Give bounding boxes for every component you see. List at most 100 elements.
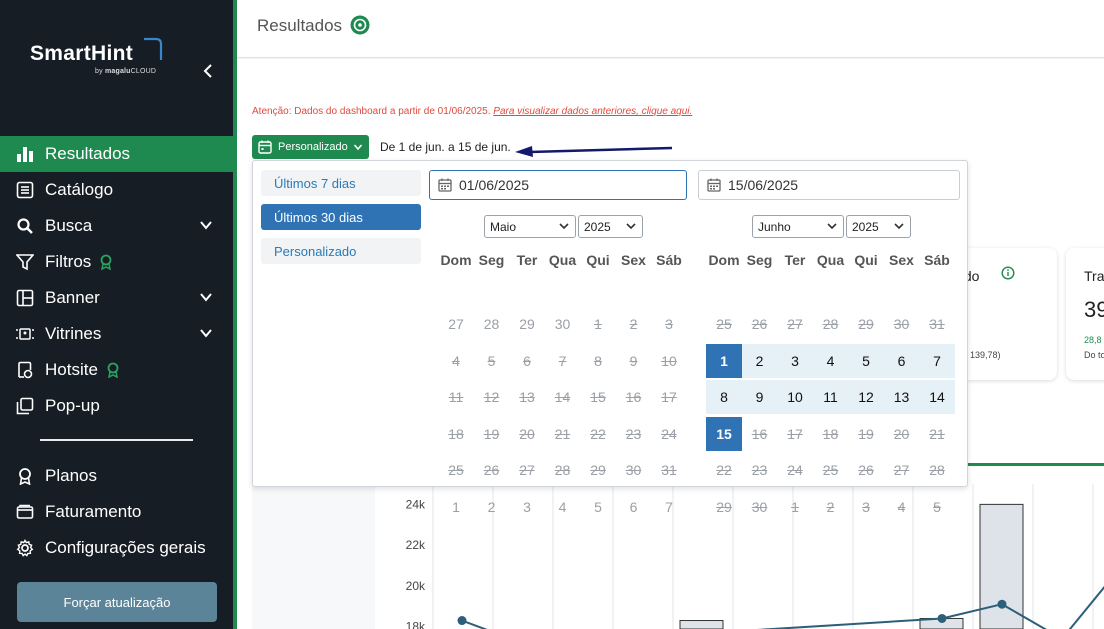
day-cell[interactable]: 9 — [741, 380, 778, 414]
day-cell[interactable]: 6 — [883, 343, 920, 378]
day-cell[interactable]: 1 — [580, 307, 616, 341]
start-date-input[interactable]: 01/06/2025 — [429, 170, 687, 200]
sidebar-item-planos[interactable]: Planos — [0, 458, 233, 494]
day-cell[interactable]: 26 — [474, 453, 510, 487]
day-cell[interactable]: 19 — [474, 417, 510, 451]
info-icon[interactable] — [1001, 266, 1015, 280]
sidebar-item-resultados[interactable]: Resultados — [0, 136, 233, 172]
day-cell[interactable]: 27 — [438, 307, 474, 341]
day-cell[interactable]: 1 — [777, 490, 813, 524]
day-cell[interactable]: 6 — [616, 490, 652, 524]
day-cell[interactable]: 30 — [545, 307, 581, 341]
day-cell[interactable]: 29 — [580, 453, 616, 487]
day-cell[interactable]: 16 — [742, 417, 778, 451]
day-cell[interactable]: 22 — [706, 453, 742, 487]
day-cell[interactable]: 15 — [580, 380, 616, 414]
day-cell[interactable]: 22 — [580, 417, 616, 451]
day-cell[interactable]: 4 — [884, 490, 920, 524]
day-cell[interactable]: 11 — [438, 380, 474, 414]
day-cell[interactable]: 12 — [474, 380, 510, 414]
day-cell[interactable]: 28 — [545, 453, 581, 487]
day-cell[interactable]: 29 — [706, 490, 742, 524]
day-cell[interactable]: 31 — [919, 307, 955, 341]
right-year-select[interactable]: 2025 — [846, 215, 911, 238]
day-cell[interactable]: 18 — [438, 417, 474, 451]
day-cell[interactable]: 3 — [777, 343, 813, 378]
day-cell[interactable]: 8 — [706, 380, 742, 414]
day-cell[interactable]: 4 — [438, 344, 474, 378]
day-cell[interactable]: 17 — [777, 417, 813, 451]
day-cell[interactable]: 29 — [509, 307, 545, 341]
day-cell[interactable]: 14 — [919, 380, 955, 414]
day-cell[interactable]: 25 — [706, 307, 742, 341]
day-cell[interactable]: 28 — [474, 307, 510, 341]
day-cell[interactable]: 1 — [438, 490, 474, 524]
day-cell[interactable]: 1 — [706, 343, 742, 378]
day-cell[interactable]: 10 — [777, 380, 813, 414]
day-cell[interactable]: 8 — [580, 344, 616, 378]
day-cell[interactable]: 27 — [777, 307, 813, 341]
day-cell[interactable]: 18 — [813, 417, 849, 451]
day-cell[interactable]: 2 — [616, 307, 652, 341]
day-cell[interactable]: 19 — [848, 417, 884, 451]
day-cell[interactable]: 13 — [883, 380, 920, 414]
day-cell[interactable]: 3 — [848, 490, 884, 524]
day-cell[interactable]: 24 — [777, 453, 813, 487]
day-cell[interactable]: 15 — [706, 416, 742, 451]
day-cell[interactable]: 31 — [651, 453, 687, 487]
day-cell[interactable]: 5 — [848, 343, 884, 378]
day-cell[interactable]: 3 — [509, 490, 545, 524]
day-cell[interactable]: 30 — [742, 490, 778, 524]
sidebar-item-catalogo[interactable]: Catálogo — [0, 172, 233, 208]
sidebar-item-busca[interactable]: Busca — [0, 208, 233, 244]
day-cell[interactable]: 23 — [616, 417, 652, 451]
right-month-select[interactable]: Junho — [752, 215, 844, 238]
force-update-button[interactable]: Forçar atualização — [17, 582, 217, 622]
day-cell[interactable]: 21 — [919, 417, 955, 451]
sidebar-item-faturamento[interactable]: Faturamento — [0, 494, 233, 530]
day-cell[interactable]: 21 — [545, 417, 581, 451]
day-cell[interactable]: 29 — [848, 307, 884, 341]
day-cell[interactable]: 30 — [616, 453, 652, 487]
day-cell[interactable]: 28 — [813, 307, 849, 341]
day-cell[interactable]: 23 — [742, 453, 778, 487]
day-cell[interactable]: 12 — [848, 380, 884, 414]
day-cell[interactable]: 10 — [651, 344, 687, 378]
preset-personalizado[interactable]: Personalizado — [261, 238, 421, 264]
day-cell[interactable]: 7 — [545, 344, 581, 378]
collapse-sidebar-icon[interactable] — [202, 63, 218, 81]
day-cell[interactable]: 7 — [919, 343, 955, 378]
date-range-dropdown[interactable]: Personalizado — [252, 135, 369, 159]
day-cell[interactable]: 5 — [580, 490, 616, 524]
day-cell[interactable]: 26 — [742, 307, 778, 341]
day-cell[interactable]: 24 — [651, 417, 687, 451]
preset-ultimos-7-dias[interactable]: Últimos 7 dias — [261, 170, 421, 196]
sidebar-item-hotsite[interactable]: Hotsite — [0, 352, 233, 388]
day-cell[interactable]: 11 — [812, 380, 849, 414]
sidebar-item-banner[interactable]: Banner — [0, 280, 233, 316]
day-cell[interactable]: 25 — [438, 453, 474, 487]
day-cell[interactable]: 5 — [474, 344, 510, 378]
left-year-select[interactable]: 2025 — [578, 215, 643, 238]
day-cell[interactable]: 2 — [813, 490, 849, 524]
day-cell[interactable]: 20 — [509, 417, 545, 451]
day-cell[interactable]: 2 — [741, 343, 778, 378]
day-cell[interactable]: 2 — [474, 490, 510, 524]
sidebar-item-configuracoes[interactable]: Configurações gerais — [0, 530, 233, 566]
preset-ultimos-30-dias[interactable]: Últimos 30 dias — [261, 204, 421, 230]
day-cell[interactable]: 7 — [651, 490, 687, 524]
day-cell[interactable]: 13 — [509, 380, 545, 414]
day-cell[interactable]: 4 — [812, 343, 849, 378]
day-cell[interactable]: 28 — [919, 453, 955, 487]
day-cell[interactable]: 30 — [884, 307, 920, 341]
day-cell[interactable]: 17 — [651, 380, 687, 414]
sidebar-item-filtros[interactable]: Filtros — [0, 244, 233, 280]
sidebar-item-vitrines[interactable]: Vitrines — [0, 316, 233, 352]
day-cell[interactable]: 27 — [884, 453, 920, 487]
day-cell[interactable]: 26 — [848, 453, 884, 487]
notice-link[interactable]: Para visualizar dados anteriores, clique… — [493, 106, 692, 117]
end-date-input[interactable]: 15/06/2025 — [698, 170, 960, 200]
left-month-select[interactable]: Maio — [484, 215, 576, 238]
day-cell[interactable]: 6 — [509, 344, 545, 378]
day-cell[interactable]: 3 — [651, 307, 687, 341]
